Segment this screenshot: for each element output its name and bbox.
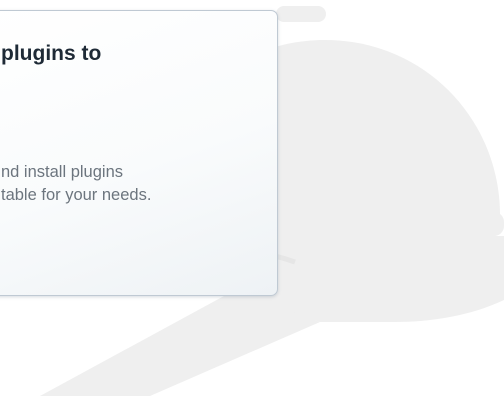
- card-description: nd install plugins table for your needs.: [1, 161, 151, 207]
- card-title: plugins to: [1, 42, 102, 65]
- card-description-line: nd install plugins: [1, 163, 123, 181]
- empty-state-panel: plugins to nd install plugins table for …: [0, 0, 504, 396]
- card-description-line: table for your needs.: [1, 186, 152, 204]
- plugins-info-card: plugins to nd install plugins table for …: [0, 10, 278, 296]
